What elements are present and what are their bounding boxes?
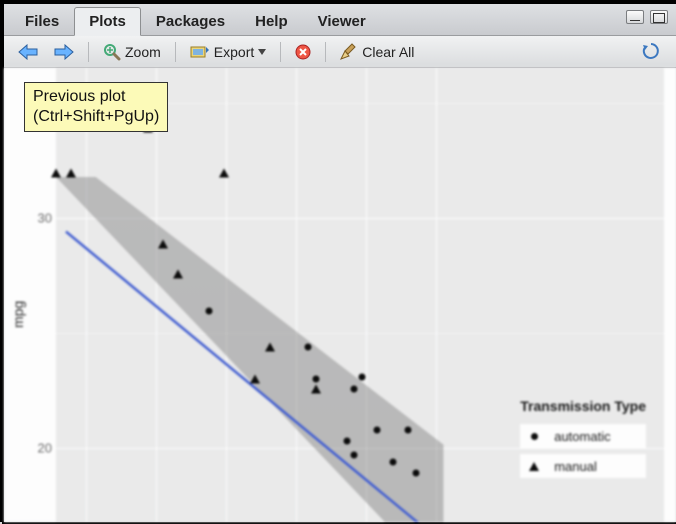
clear-all-button[interactable]: Clear All (334, 40, 420, 64)
y-tick-30: 30 (38, 211, 52, 226)
window-controls (626, 10, 668, 24)
legend-label-automatic: automatic (554, 429, 610, 444)
legend-label-manual: manual (554, 459, 597, 474)
tab-packages[interactable]: Packages (141, 7, 240, 35)
data-point (351, 385, 358, 392)
data-point (206, 307, 213, 314)
arrow-right-icon (54, 44, 74, 60)
legend-item-manual: manual (520, 454, 646, 478)
data-point (374, 426, 381, 433)
plots-panel: Files Plots Packages Help Viewer (4, 4, 676, 522)
data-point (351, 452, 358, 459)
prev-plot-button[interactable] (12, 41, 44, 63)
zoom-label: Zoom (125, 44, 161, 60)
data-point (173, 270, 183, 279)
tab-files[interactable]: Files (10, 7, 74, 35)
minimize-pane-icon[interactable] (626, 10, 644, 24)
separator (175, 42, 176, 62)
export-label: Export (214, 44, 254, 60)
prev-plot-tooltip: Previous plot (Ctrl+Shift+PgUp) (24, 82, 168, 132)
next-plot-button[interactable] (48, 41, 80, 63)
clear-all-label: Clear All (362, 44, 414, 60)
toolbar: Zoom Export Clear All (4, 36, 676, 68)
data-point (51, 169, 61, 178)
separator (280, 42, 281, 62)
refresh-icon (642, 42, 660, 60)
data-point (389, 458, 396, 465)
export-button[interactable]: Export (184, 41, 272, 63)
tab-help[interactable]: Help (240, 7, 303, 35)
separator (325, 42, 326, 62)
zoom-icon (103, 43, 121, 61)
plot-area: 30 20 mpg Transmission Type automatic ma… (4, 68, 676, 522)
data-point (66, 169, 76, 178)
y-axis-label: mpg (10, 301, 26, 328)
tab-viewer[interactable]: Viewer (303, 7, 381, 35)
zoom-button[interactable]: Zoom (97, 40, 167, 64)
broom-icon (340, 43, 358, 61)
triangle-icon (529, 462, 539, 471)
data-point (343, 438, 350, 445)
separator (88, 42, 89, 62)
data-point (305, 344, 312, 351)
refresh-button[interactable] (636, 39, 666, 63)
tabbar: Files Plots Packages Help Viewer (4, 4, 676, 36)
data-point (219, 169, 229, 178)
data-point (412, 470, 419, 477)
data-point (158, 240, 168, 249)
legend-title: Transmission Type (520, 398, 646, 414)
tab-plots[interactable]: Plots (74, 7, 141, 36)
circle-icon (531, 433, 538, 440)
chevron-down-icon (258, 49, 266, 55)
arrow-left-icon (18, 44, 38, 60)
remove-icon (295, 44, 311, 60)
data-point (250, 375, 260, 384)
maximize-pane-icon[interactable] (650, 10, 668, 24)
data-point (404, 426, 411, 433)
data-point (359, 374, 366, 381)
data-point (265, 343, 275, 352)
export-icon (190, 44, 210, 60)
legend: Transmission Type automatic manual (520, 398, 646, 484)
remove-plot-button[interactable] (289, 41, 317, 63)
legend-item-automatic: automatic (520, 424, 646, 448)
data-point (311, 384, 321, 393)
data-point (313, 376, 320, 383)
y-tick-20: 20 (38, 441, 52, 456)
